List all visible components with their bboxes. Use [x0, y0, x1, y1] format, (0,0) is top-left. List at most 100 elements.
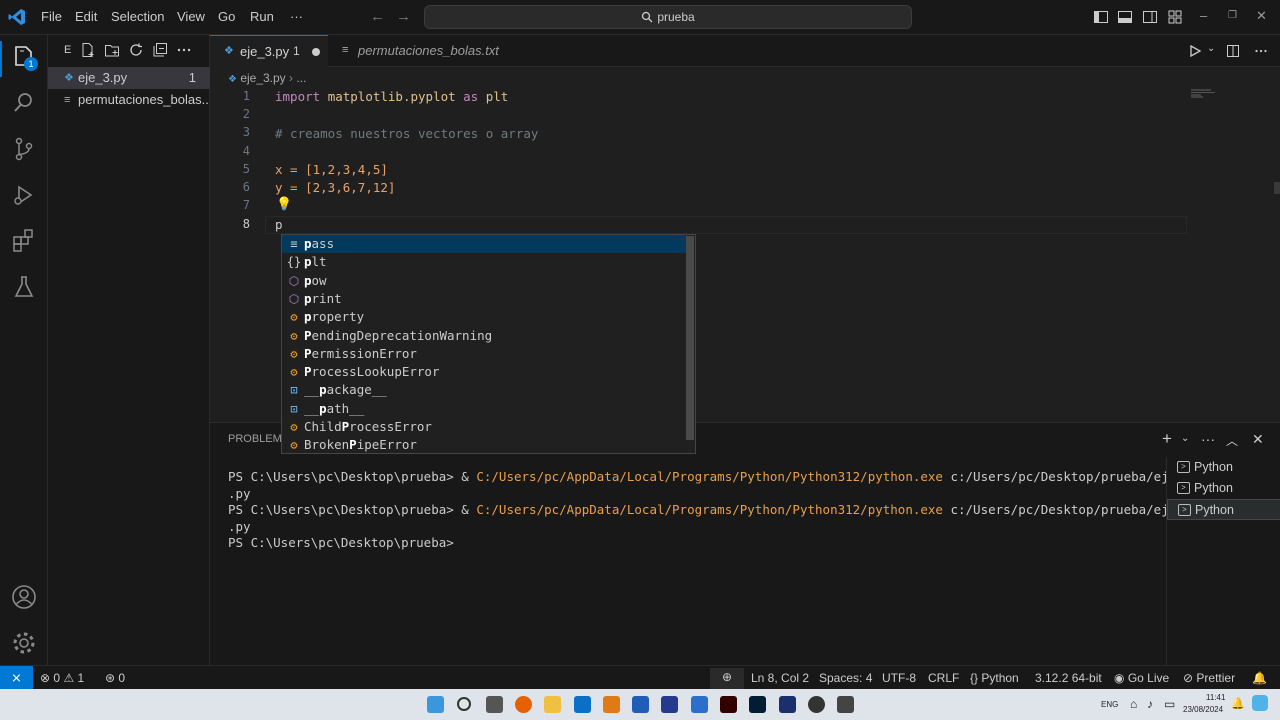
- ports-status[interactable]: ⊛ 0: [105, 671, 125, 685]
- minimize-icon[interactable]: –: [1200, 8, 1207, 23]
- restore-icon[interactable]: ❐: [1228, 10, 1237, 21]
- settings-gear-icon[interactable]: [10, 629, 38, 657]
- line-endings[interactable]: CRLF: [928, 671, 959, 685]
- keyboard-language[interactable]: ENG: [1101, 700, 1118, 709]
- python-interpreter[interactable]: 3.12.2 64-bit: [1035, 671, 1102, 685]
- photoshop-icon[interactable]: [749, 696, 766, 713]
- run-file-icon[interactable]: [1188, 44, 1202, 58]
- firefox-icon[interactable]: [515, 696, 532, 713]
- close-panel-icon[interactable]: ✕: [1252, 431, 1264, 448]
- lightroom-icon[interactable]: [779, 696, 796, 713]
- suggestion-item[interactable]: ⬡ pow: [282, 272, 687, 290]
- more-actions-icon[interactable]: [176, 42, 192, 58]
- suggestion-item[interactable]: ⚙ ProcessLookupError: [282, 363, 687, 381]
- problems-status[interactable]: ⊗ 0 ⚠ 1: [40, 671, 84, 685]
- file-item-permutaciones[interactable]: ≡ permutaciones_bolas....: [48, 89, 210, 111]
- editor-more-icon[interactable]: [1254, 44, 1268, 58]
- tab-eje-3[interactable]: ❖ eje_3.py 1: [210, 35, 328, 67]
- suggestion-item[interactable]: ⚙ BrokenPipeError: [282, 436, 687, 453]
- new-file-icon[interactable]: [80, 42, 96, 58]
- file-explorer-icon[interactable]: [544, 696, 561, 713]
- network-icon[interactable]: ⌂: [1130, 697, 1137, 711]
- clock-time[interactable]: 11:41: [1206, 693, 1225, 702]
- menu-view[interactable]: View: [177, 9, 205, 24]
- toggle-panel-icon[interactable]: [1117, 9, 1133, 25]
- toggle-secondary-sidebar-icon[interactable]: [1142, 9, 1158, 25]
- run-debug-icon[interactable]: [10, 181, 38, 209]
- unsaved-dot-icon[interactable]: [312, 48, 320, 56]
- suggestion-item[interactable]: ⚙ property: [282, 308, 687, 326]
- panel-more-icon[interactable]: ···: [1201, 431, 1215, 447]
- back-arrow-icon[interactable]: ←: [370, 8, 385, 25]
- terminal-icon[interactable]: [837, 696, 854, 713]
- command-center-search[interactable]: prueba: [424, 5, 912, 29]
- terminal-instance[interactable]: > Python: [1167, 499, 1280, 520]
- close-window-icon[interactable]: ✕: [1256, 8, 1267, 24]
- zoom-icon[interactable]: ⊕: [710, 668, 744, 690]
- app-icon[interactable]: [691, 696, 708, 713]
- tab-permutaciones[interactable]: ≡ permutaciones_bolas.txt: [328, 35, 499, 67]
- menu-selection[interactable]: Selection: [111, 9, 164, 24]
- split-editor-icon[interactable]: [1226, 44, 1240, 58]
- word-icon[interactable]: [632, 696, 649, 713]
- task-view-icon[interactable]: [486, 696, 503, 713]
- forward-arrow-icon[interactable]: →: [396, 8, 411, 25]
- sublime-icon[interactable]: [603, 696, 620, 713]
- terminal-instance[interactable]: > Python: [1167, 457, 1280, 478]
- file-item-eje-3[interactable]: ❖ eje_3.py 1: [48, 67, 210, 89]
- illustrator-icon[interactable]: [720, 696, 737, 713]
- minimap[interactable]: [1191, 89, 1217, 99]
- refresh-icon[interactable]: [128, 42, 144, 58]
- suggestion-item[interactable]: ⊡ __package__: [282, 381, 687, 399]
- menu-edit[interactable]: Edit: [75, 9, 97, 24]
- go-live[interactable]: ◉ Go Live: [1114, 671, 1169, 685]
- suggestion-item[interactable]: {} plt: [282, 253, 687, 271]
- source-control-icon[interactable]: [10, 135, 38, 163]
- terminal-output[interactable]: PS C:\Users\pc\Desktop\prueba> & C:/User…: [228, 469, 1166, 552]
- clock-date[interactable]: 23/08/2024: [1183, 705, 1223, 714]
- toggle-sidebar-icon[interactable]: [1093, 9, 1109, 25]
- suggestion-item[interactable]: ⚙ PermissionError: [282, 345, 687, 363]
- breadcrumb-file[interactable]: eje_3.py: [240, 71, 285, 85]
- encoding[interactable]: UTF-8: [882, 671, 916, 685]
- terminal-dropdown-icon[interactable]: ⌄: [1181, 433, 1189, 444]
- suggestion-item[interactable]: ≡ pass: [282, 235, 687, 254]
- suggestion-item[interactable]: ⚙ PendingDeprecationWarning: [282, 327, 687, 345]
- suggestion-item[interactable]: ⚙ ChildProcessError: [282, 418, 687, 436]
- menu-file[interactable]: File: [41, 9, 62, 24]
- menu-more[interactable]: ···: [290, 9, 303, 24]
- battery-icon[interactable]: ▭: [1164, 697, 1175, 711]
- terminal-instance[interactable]: > Python: [1167, 478, 1280, 499]
- indentation[interactable]: Spaces: 4: [819, 671, 872, 685]
- notifications-bell-icon[interactable]: 🔔: [1252, 671, 1267, 685]
- remote-indicator-icon[interactable]: ⨯: [0, 666, 33, 690]
- customize-layout-icon[interactable]: [1167, 9, 1183, 25]
- volume-icon[interactable]: ♪: [1147, 697, 1153, 711]
- obs-icon[interactable]: [808, 696, 825, 713]
- collapse-all-icon[interactable]: [152, 42, 168, 58]
- testing-flask-icon[interactable]: [10, 273, 38, 301]
- language-mode[interactable]: {} Python: [970, 671, 1019, 685]
- menu-go[interactable]: Go: [218, 9, 235, 24]
- prettier[interactable]: ⊘ Prettier: [1183, 671, 1235, 685]
- breadcrumb-more[interactable]: ...: [296, 71, 306, 85]
- copilot-icon[interactable]: [1252, 695, 1268, 711]
- scrollbar[interactable]: [1274, 182, 1280, 194]
- tab-problems[interactable]: PROBLEMS: [228, 433, 289, 445]
- powershell-icon[interactable]: [661, 696, 678, 713]
- search-icon[interactable]: [10, 89, 38, 117]
- vscode-taskbar-icon[interactable]: [574, 696, 591, 713]
- suggestion-item[interactable]: ⊡ __path__: [282, 400, 687, 418]
- menu-run[interactable]: Run: [250, 9, 274, 24]
- notification-icon[interactable]: 🔔: [1231, 697, 1245, 710]
- run-dropdown-icon[interactable]: ⌄: [1207, 43, 1215, 54]
- suggest-scrollbar[interactable]: [686, 236, 694, 440]
- search-icon[interactable]: [457, 697, 471, 711]
- accounts-icon[interactable]: [10, 583, 38, 611]
- extensions-icon[interactable]: [10, 227, 38, 255]
- maximize-panel-icon[interactable]: ︿: [1226, 432, 1238, 449]
- lightbulb-icon[interactable]: 💡: [276, 196, 292, 212]
- suggestion-item[interactable]: ⬡ print: [282, 290, 687, 308]
- new-terminal-icon[interactable]: +: [1162, 429, 1172, 449]
- windows-start-icon[interactable]: [427, 696, 444, 713]
